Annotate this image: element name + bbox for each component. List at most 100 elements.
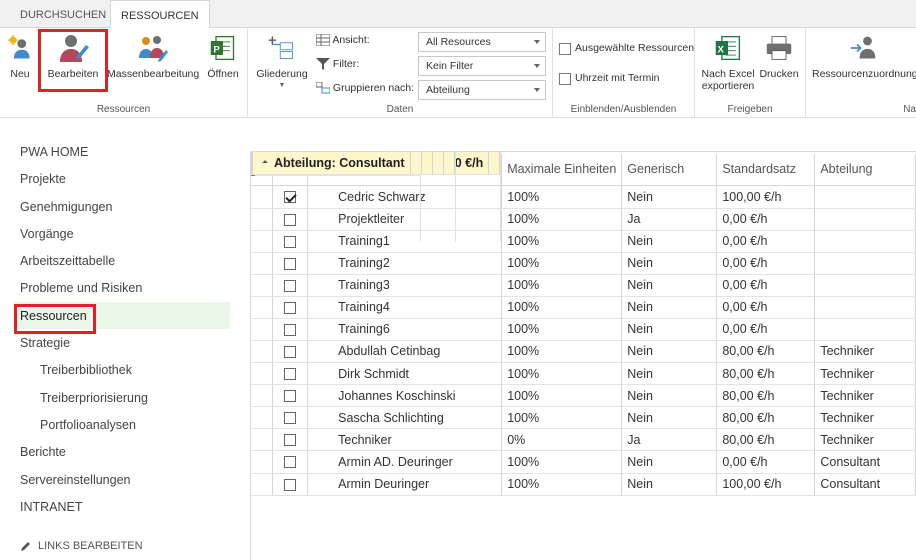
cell-generic[interactable]: Nein — [621, 230, 718, 253]
cell-rate[interactable]: 0,00 €/h — [716, 274, 816, 297]
row-checkbox[interactable] — [284, 390, 297, 403]
nav-strategie[interactable]: Strategie — [20, 336, 70, 350]
row-checkbox[interactable] — [284, 456, 297, 469]
row-checkbox[interactable] — [284, 345, 297, 358]
cell-max-units[interactable]: 100% — [501, 340, 623, 363]
cell-name[interactable]: Training4 — [307, 296, 503, 319]
cell-department[interactable]: Techniker — [814, 406, 916, 429]
cell-name[interactable]: Abdullah Cetinbag — [307, 340, 503, 363]
cell-generic[interactable]: Nein — [621, 252, 718, 275]
cell-max-units[interactable]: 100% — [501, 384, 623, 407]
cell-department[interactable] — [814, 252, 916, 275]
cell-generic[interactable]: Nein — [621, 340, 718, 363]
cell-department[interactable] — [814, 230, 916, 253]
nav-arbeitszeittabelle[interactable]: Arbeitszeittabelle — [20, 254, 115, 268]
cell-department[interactable] — [488, 152, 501, 175]
nav-treiberpriorisierung[interactable]: Treiberpriorisierung — [40, 391, 148, 405]
table-row[interactable]: Johannes Koschinski 100% Nein 80,00 €/h Tech… — [251, 384, 916, 407]
table-row[interactable]: Armin Deuringer 100% Nein 100,00 €/h Consult… — [251, 473, 916, 496]
row-checkbox[interactable] — [284, 478, 297, 491]
cell-max-units[interactable]: 0% — [501, 428, 623, 451]
cell-rate[interactable]: 0,00 €/h — [716, 318, 816, 341]
table-row[interactable]: Training2 100% Nein 0,00 €/h — [251, 252, 916, 275]
cell-name[interactable]: Johannes Koschinski — [307, 384, 503, 407]
table-row[interactable]: Dirk Schmidt 100% Nein 80,00 €/h Techniker — [251, 362, 916, 385]
cell-max-units[interactable]: 100% — [501, 473, 623, 496]
row-select-cell[interactable] — [272, 340, 309, 363]
cell-rate[interactable]: 80,00 €/h — [716, 406, 816, 429]
cell-department[interactable] — [814, 318, 916, 341]
row-select-cell[interactable] — [272, 451, 309, 474]
cell-rate[interactable]: 0,00 €/h — [716, 230, 816, 253]
row-checkbox[interactable] — [284, 368, 297, 381]
tab-durchsuchen[interactable]: DURCHSUCHEN — [10, 0, 116, 28]
cell-department[interactable] — [814, 186, 916, 209]
cell-department[interactable] — [814, 274, 916, 297]
table-row[interactable]: Abdullah Cetinbag 100% Nein 80,00 €/h Techni… — [251, 340, 916, 363]
open-button[interactable]: P Öffnen — [206, 32, 240, 80]
cell-max-units[interactable]: 100% — [501, 318, 623, 341]
cell-department[interactable]: Techniker — [814, 340, 916, 363]
cell-generic[interactable]: Ja — [621, 208, 718, 231]
table-row[interactable]: Sascha Schlichting 100% Nein 80,00 €/h Techn… — [251, 406, 916, 429]
cell-generic[interactable]: Nein — [621, 473, 718, 496]
nav-berichte[interactable]: Berichte — [20, 445, 66, 459]
cell-department[interactable]: Consultant — [814, 451, 916, 474]
cell-name[interactable]: Training3 — [307, 274, 503, 297]
col-header-generic[interactable]: Generisch — [621, 153, 718, 186]
cell-name[interactable]: Training2 — [307, 252, 503, 275]
cell-generic[interactable]: Nein — [621, 274, 718, 297]
cell-max-units[interactable] — [410, 152, 422, 175]
cell-generic[interactable]: Nein — [621, 362, 718, 385]
row-checkbox[interactable] — [284, 412, 297, 425]
bulk-edit-button[interactable]: Massenbearbeitung — [107, 32, 199, 80]
col-header-department[interactable]: Abteilung — [814, 153, 916, 186]
cell-generic[interactable]: Nein — [621, 318, 718, 341]
cell-max-units[interactable]: 100% — [501, 230, 623, 253]
cell-generic[interactable]: Nein — [621, 406, 718, 429]
cell-rate[interactable] — [432, 152, 444, 175]
group-by-dropdown[interactable]: Abteilung — [418, 80, 546, 100]
nav-servereinstellungen[interactable]: Servereinstellungen — [20, 473, 131, 487]
cell-generic[interactable] — [421, 152, 433, 175]
tab-ressourcen[interactable]: RESSOURCEN — [110, 0, 210, 29]
cell-rate[interactable]: 80,00 €/h — [716, 428, 816, 451]
nav-pwa-home[interactable]: PWA HOME — [20, 145, 88, 159]
row-select-cell[interactable] — [272, 473, 309, 496]
cell-max-units[interactable]: 100% — [501, 451, 623, 474]
table-row[interactable]: Techniker 0% Ja 80,00 €/h Techniker — [251, 428, 916, 451]
cell-department[interactable]: Techniker — [814, 428, 916, 451]
collapse-triangle-icon[interactable] — [262, 160, 268, 167]
nav-intranet[interactable]: INTRANET — [20, 500, 83, 514]
cell-rate[interactable]: 100,00 €/h — [716, 473, 816, 496]
group-row[interactable]: Abteilung: Consultant — [251, 152, 456, 242]
outline-button[interactable]: Gliederung ▼ — [254, 32, 310, 92]
col-header-rate[interactable]: Standardsatz — [716, 153, 816, 186]
cell-name[interactable]: Dirk Schmidt — [307, 362, 503, 385]
new-button[interactable]: Neu — [6, 32, 34, 80]
cell-rate[interactable]: 100,00 €/h — [716, 186, 816, 209]
cell-department[interactable] — [814, 208, 916, 231]
cell-max-units[interactable]: 100% — [501, 274, 623, 297]
export-excel-button[interactable]: X Nach Excel exportieren — [699, 32, 757, 92]
cell-generic[interactable]: Ja — [621, 428, 718, 451]
table-row[interactable]: Training3 100% Nein 0,00 €/h — [251, 274, 916, 297]
cell-rate[interactable]: 0,00 €/h — [716, 208, 816, 231]
selected-resources-checkbox[interactable] — [559, 43, 571, 55]
cell-generic[interactable]: Nein — [621, 186, 718, 209]
row-checkbox[interactable] — [284, 434, 297, 447]
cell-rate[interactable]: 0,00 €/h — [716, 296, 816, 319]
cell-department[interactable] — [443, 152, 455, 175]
cell-rate[interactable]: 80,00 €/h — [716, 384, 816, 407]
table-row[interactable]: Armin AD. Deuringer 100% Nein 0,00 €/h Consu… — [251, 451, 916, 474]
row-select-cell[interactable] — [272, 428, 309, 451]
row-checkbox[interactable] — [284, 279, 297, 292]
row-checkbox[interactable] — [284, 257, 297, 270]
cell-max-units[interactable]: 100% — [501, 252, 623, 275]
row-select-cell[interactable] — [272, 406, 309, 429]
nav-vorgaenge[interactable]: Vorgänge — [20, 227, 74, 241]
nav-genehmigungen[interactable]: Genehmigungen — [20, 200, 112, 214]
table-row[interactable]: Training6 100% Nein 0,00 €/h — [251, 318, 916, 341]
nav-treiberbibliothek[interactable]: Treiberbibliothek — [40, 363, 132, 377]
cell-max-units[interactable]: 100% — [501, 186, 623, 209]
